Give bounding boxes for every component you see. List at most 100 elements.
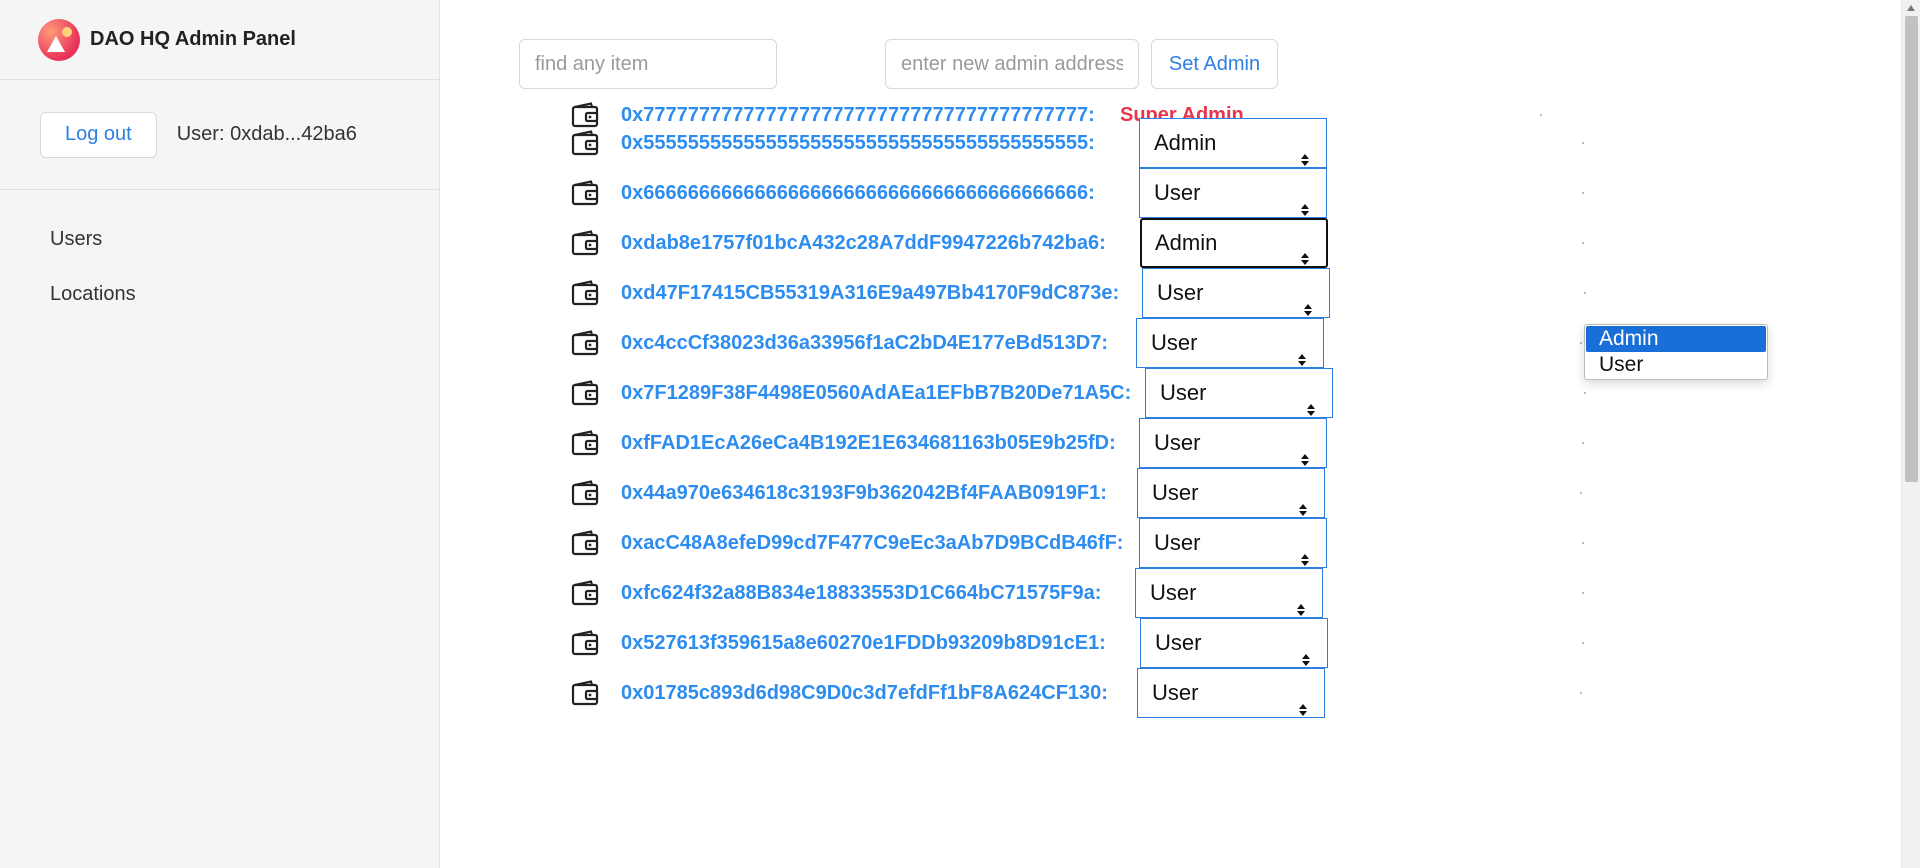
wallet-icon xyxy=(571,430,599,456)
row-marker xyxy=(1580,492,1582,494)
sort-arrows-icon xyxy=(1303,286,1313,316)
role-select-value: User xyxy=(1151,330,1198,355)
wallet-address[interactable]: 0xd47F17415CB55319A316E9a497Bb4170F9dC87… xyxy=(621,268,1119,318)
role-option-user[interactable]: User xyxy=(1586,352,1766,378)
row-marker xyxy=(1584,292,1586,294)
wallet-icon xyxy=(571,380,599,406)
role-select-value: User xyxy=(1152,680,1199,705)
dao-logo-icon xyxy=(38,18,80,61)
wallet-address[interactable]: 0x7F1289F38F4498E0560AdAEa1EFbB7B20De71A… xyxy=(621,368,1131,418)
row-marker xyxy=(1582,542,1584,544)
role-select-value: Admin xyxy=(1154,130,1217,155)
row-marker xyxy=(1580,692,1582,694)
row-marker xyxy=(1582,592,1584,594)
row-marker xyxy=(1584,392,1586,394)
wallet-address[interactable]: 0x01785c893d6d98C9D0c3d7efdFf1bF8A624CF1… xyxy=(621,668,1108,718)
role-select[interactable]: User xyxy=(1142,268,1330,318)
new-admin-address-input[interactable] xyxy=(885,39,1139,89)
wallet-icon xyxy=(571,480,599,506)
role-select[interactable]: User xyxy=(1140,618,1328,668)
wallet-address[interactable]: 0xfc624f32a88B834e18833553D1C664bC71575F… xyxy=(621,568,1101,618)
user-row: 0x527613f359615a8e60270e1FDDb93209b8D91c… xyxy=(441,618,1920,668)
current-user-label: User: 0xdab...42ba6 xyxy=(176,123,357,145)
user-row: 0xd47F17415CB55319A316E9a497Bb4170F9dC87… xyxy=(441,268,1920,318)
wallet-icon xyxy=(571,530,599,556)
row-marker xyxy=(1582,642,1584,644)
sidebar-nav: Users Locations xyxy=(0,190,439,322)
brand-header: DAO HQ Admin Panel xyxy=(0,0,439,80)
role-select-value: User xyxy=(1150,580,1197,605)
user-row: 0x66666666666666666666666666666666666666… xyxy=(441,168,1920,218)
role-select[interactable]: User xyxy=(1137,468,1325,518)
role-select[interactable]: Admin xyxy=(1139,118,1327,168)
role-select[interactable]: User xyxy=(1139,518,1327,568)
row-marker xyxy=(1580,342,1582,344)
session-panel: Log out User: 0xdab...42ba6 xyxy=(0,80,439,190)
set-admin-button[interactable]: Set Admin xyxy=(1151,39,1278,89)
wallet-address[interactable]: 0xfFAD1EcA26eCa4B192E1E634681163b05E9b25… xyxy=(621,418,1116,468)
wallet-address[interactable]: 0x44a970e634618c3193F9b362042Bf4FAAB0919… xyxy=(621,468,1107,518)
logout-button[interactable]: Log out xyxy=(40,111,157,158)
role-select-value: User xyxy=(1157,280,1204,305)
sort-arrows-icon xyxy=(1306,386,1316,416)
row-marker xyxy=(1582,192,1584,194)
sort-arrows-icon xyxy=(1298,686,1308,716)
row-marker xyxy=(1582,142,1584,144)
role-select-value: Admin xyxy=(1155,230,1218,255)
page-scrollbar[interactable] xyxy=(1901,0,1920,868)
wallet-icon xyxy=(571,230,599,256)
wallet-address[interactable]: 0x527613f359615a8e60270e1FDDb93209b8D91c… xyxy=(621,618,1106,668)
wallet-icon xyxy=(571,330,599,356)
sort-arrows-icon xyxy=(1296,586,1306,616)
wallet-address[interactable]: 0xacC48A8efeD99cd7F477C9eEc3aAb7D9BCdB46… xyxy=(621,518,1123,568)
wallet-address[interactable]: 0xc4ccCf38023d36a33956f1aC2bD4E177eBd513… xyxy=(621,318,1108,368)
sort-arrows-icon xyxy=(1300,436,1310,466)
sort-arrows-icon xyxy=(1300,186,1310,216)
sort-arrows-icon xyxy=(1300,536,1310,566)
role-select[interactable]: User xyxy=(1139,418,1327,468)
user-row: 0x01785c893d6d98C9D0c3d7efdFf1bF8A624CF1… xyxy=(441,668,1920,718)
scroll-up-arrow-icon[interactable] xyxy=(1907,5,1915,11)
wallet-address[interactable]: 0x55555555555555555555555555555555555555… xyxy=(621,118,1095,168)
role-select-value: User xyxy=(1152,480,1199,505)
role-select[interactable]: User xyxy=(1145,368,1333,418)
user-row: 0x55555555555555555555555555555555555555… xyxy=(441,118,1920,168)
role-select[interactable]: User xyxy=(1137,668,1325,718)
role-select-value: User xyxy=(1160,380,1207,405)
user-row: 0xacC48A8efeD99cd7F477C9eEc3aAb7D9BCdB46… xyxy=(441,518,1920,568)
role-select-value: User xyxy=(1154,430,1201,455)
sort-arrows-icon xyxy=(1300,236,1310,265)
wallet-icon xyxy=(571,580,599,606)
row-marker xyxy=(1582,442,1584,444)
sort-arrows-icon xyxy=(1298,486,1308,516)
sort-arrows-icon xyxy=(1301,636,1311,666)
role-select-value: User xyxy=(1154,530,1201,555)
user-row: 0xdab8e1757f01bcA432c28A7ddF9947226b742b… xyxy=(441,218,1920,268)
main-content: Set Admin 0x7777777777777777777777777777… xyxy=(441,0,1920,868)
role-select[interactable]: User xyxy=(1139,168,1327,218)
user-row: 0xfFAD1EcA26eCa4B192E1E634681163b05E9b25… xyxy=(441,418,1920,468)
sidebar: DAO HQ Admin Panel Log out User: 0xdab..… xyxy=(0,0,440,868)
role-select[interactable]: Admin xyxy=(1140,218,1328,268)
sort-arrows-icon xyxy=(1297,336,1307,366)
sort-arrows-icon xyxy=(1300,136,1310,166)
app-title: DAO HQ Admin Panel xyxy=(90,28,296,50)
wallet-address[interactable]: 0x66666666666666666666666666666666666666… xyxy=(621,168,1095,218)
row-marker xyxy=(1540,114,1542,116)
wallet-icon xyxy=(571,280,599,306)
wallet-icon xyxy=(571,130,599,156)
scroll-thumb[interactable] xyxy=(1905,16,1918,482)
role-select[interactable]: User xyxy=(1135,568,1323,618)
role-select-value: User xyxy=(1155,630,1202,655)
sidebar-item-locations[interactable]: Locations xyxy=(0,267,439,322)
wallet-icon xyxy=(571,680,599,706)
wallet-address[interactable]: 0xdab8e1757f01bcA432c28A7ddF9947226b742b… xyxy=(621,218,1106,268)
role-select[interactable]: User xyxy=(1136,318,1324,368)
sidebar-item-users[interactable]: Users xyxy=(0,212,439,267)
user-row: 0x44a970e634618c3193F9b362042Bf4FAAB0919… xyxy=(441,468,1920,518)
role-option-admin[interactable]: Admin xyxy=(1586,326,1766,352)
search-input[interactable] xyxy=(519,39,777,89)
wallet-icon xyxy=(571,630,599,656)
row-marker xyxy=(1582,242,1584,244)
role-dropdown-menu: Admin User xyxy=(1584,324,1768,380)
